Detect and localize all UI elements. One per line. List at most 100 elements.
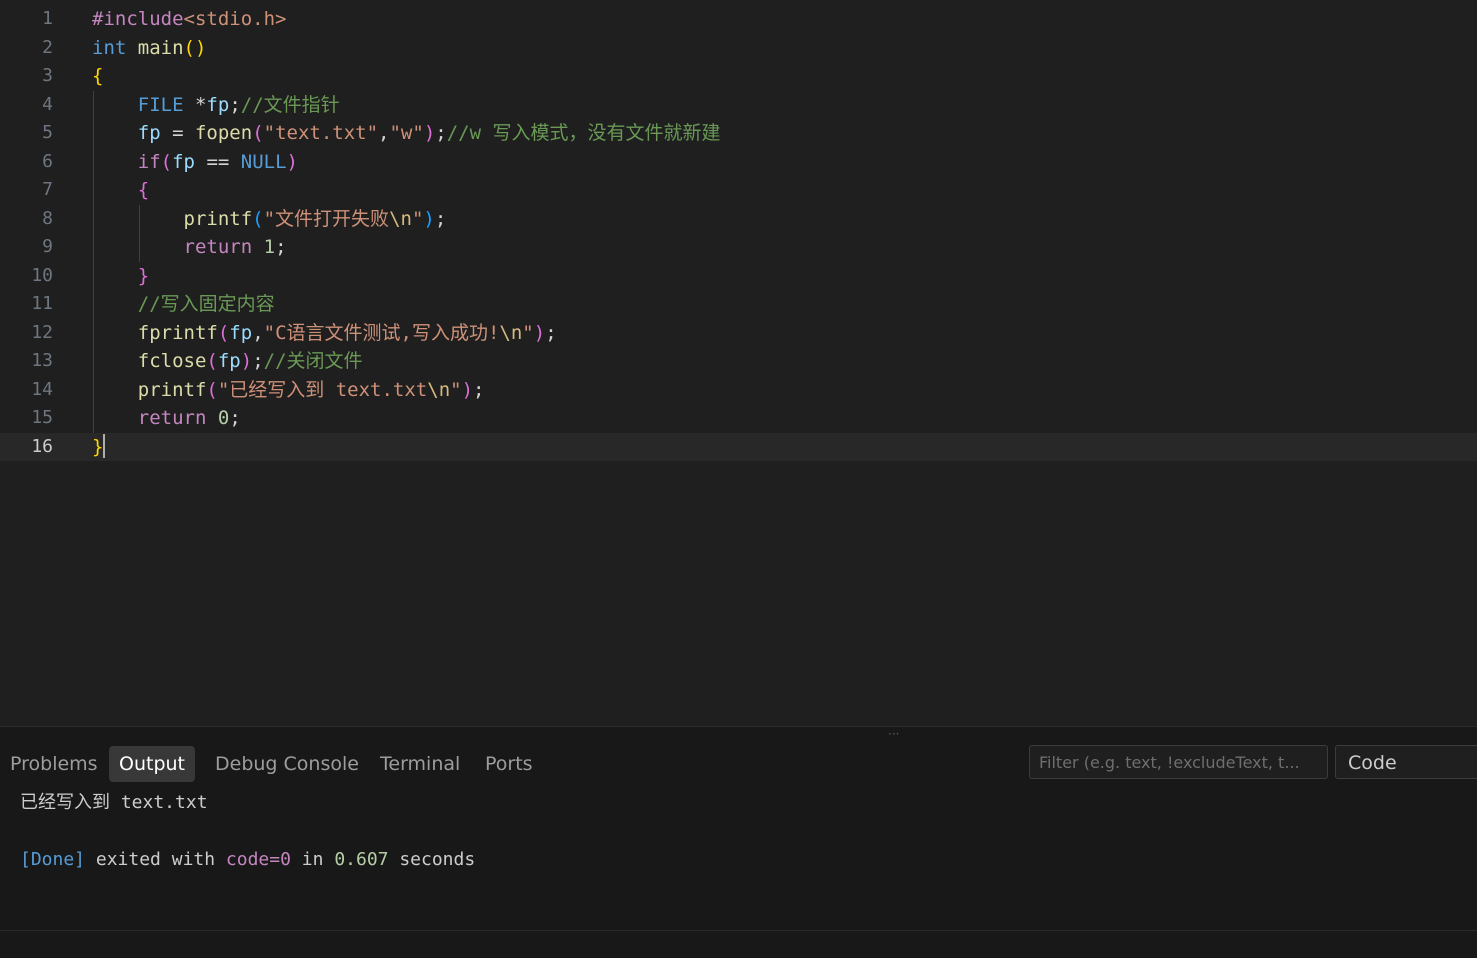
code-token: "C语言文件测试,写入成功!: [263, 321, 500, 344]
code-line[interactable]: 13 fclose(fp);//关闭文件: [0, 347, 1477, 375]
tab-output[interactable]: Output: [109, 746, 195, 782]
code-token: FILE: [137, 93, 184, 116]
code-token: NULL: [240, 150, 287, 173]
code-line[interactable]: 6 if(fp == NULL): [0, 148, 1477, 176]
code-line[interactable]: 4 FILE *fp;//文件指针: [0, 91, 1477, 119]
code-text: printf("文件打开失败\n");: [92, 205, 447, 233]
code-text: {: [92, 62, 103, 90]
code-token: *: [183, 93, 207, 116]
line-number: 12: [31, 321, 53, 343]
code-token: //文件指针: [240, 93, 340, 116]
exit-code: code=0: [225, 849, 291, 870]
code-line[interactable]: 14 printf("已经写入到 text.txt\n");: [0, 376, 1477, 404]
tab-problems[interactable]: Problems: [0, 746, 108, 782]
code-line[interactable]: 1 #include<stdio.h>: [0, 5, 1477, 33]
indent-guide: [139, 204, 140, 262]
line-number: 14: [31, 378, 53, 400]
code-token: //w 写入模式，没有文件就新建: [446, 122, 721, 144]
code-token: ): [240, 350, 253, 372]
code-line[interactable]: 2 int main(): [0, 34, 1477, 62]
code-editor[interactable]: 1 #include<stdio.h> 2 int main() 3{4 FILE *f…: [0, 0, 1477, 726]
code-token: (: [206, 350, 218, 372]
code-line[interactable]: 3{: [0, 62, 1477, 90]
code-token: return: [183, 236, 253, 258]
tab-ports[interactable]: Ports: [475, 746, 543, 782]
code-text: int main(): [92, 34, 206, 62]
code-token: "已经写入到 text.txt: [217, 378, 428, 401]
code-token: fp: [229, 321, 253, 344]
done-label: [Done]: [20, 849, 86, 870]
code-line[interactable]: 10 }: [0, 262, 1477, 290]
code-line[interactable]: 16}: [0, 432, 1477, 461]
code-token: printf: [137, 378, 207, 401]
line-number: 10: [31, 264, 53, 286]
code-token: ): [423, 207, 435, 230]
code-token: ,: [252, 321, 264, 344]
indent-guide: [93, 90, 94, 433]
line-number: 7: [42, 179, 53, 200]
code-token: ): [286, 150, 298, 173]
code-token: printf: [183, 207, 253, 230]
code-line[interactable]: 15 return 0;: [0, 404, 1477, 432]
line-number: 8: [42, 207, 53, 229]
code-text: return 1;: [92, 233, 287, 261]
code-token: {: [137, 179, 150, 201]
code-token: (): [183, 36, 207, 59]
code-token: 0: [217, 407, 230, 429]
code-text: fprintf(fp,"C语言文件测试,写入成功!\n");: [92, 319, 557, 347]
code-token: \n: [389, 207, 412, 230]
output-line: 已经写入到 text.txt: [20, 792, 208, 813]
code-token: ;: [252, 350, 264, 372]
tab-debug-console[interactable]: Debug Console: [205, 746, 369, 782]
bottom-panel: Problems Output Debug Console Terminal P…: [0, 738, 1477, 930]
code-token: =: [160, 122, 195, 144]
output-channel-select[interactable]: Code: [1335, 745, 1477, 779]
code-token: (: [206, 378, 218, 401]
code-token: \n: [499, 321, 523, 344]
code-token: return: [137, 407, 207, 429]
code-line[interactable]: 11 //写入固定内容: [0, 290, 1477, 318]
line-number: 5: [42, 122, 53, 143]
code-token: ,: [378, 122, 390, 144]
output-filter-input[interactable]: Filter (e.g. text, !excludeText, t...: [1029, 745, 1328, 779]
code-token: "文件打开失败: [263, 207, 390, 230]
code-token: (: [252, 122, 264, 144]
code-token: (: [160, 150, 173, 173]
code-token: ;: [434, 207, 447, 230]
line-number: 9: [42, 236, 53, 257]
tab-terminal[interactable]: Terminal: [370, 746, 470, 782]
code-token: <stdio.h>: [183, 8, 287, 30]
code-line[interactable]: 12 fprintf(fp,"C语言文件测试,写入成功!\n");: [0, 319, 1477, 347]
code-token: fopen: [194, 122, 253, 144]
code-line[interactable]: 5 fp = fopen("text.txt","w");//w 写入模式，没有…: [0, 119, 1477, 147]
line-number: 3: [42, 65, 53, 86]
code-token: (: [217, 321, 230, 344]
code-text: FILE *fp;//文件指针: [92, 91, 340, 119]
code-token: #include: [92, 8, 184, 30]
code-token: fclose: [137, 350, 207, 372]
code-line[interactable]: 9 return 1;: [0, 233, 1477, 261]
run-time: 0.607: [334, 849, 389, 870]
code-token: //关闭文件: [263, 350, 363, 372]
code-line[interactable]: 7 {: [0, 176, 1477, 204]
code-token: ): [423, 122, 436, 144]
code-text: printf("已经写入到 text.txt\n");: [92, 376, 485, 404]
code-token: if: [137, 150, 161, 173]
code-text: //写入固定内容: [92, 290, 275, 318]
code-token: }: [92, 435, 104, 458]
code-line[interactable]: 8 printf("文件打开失败\n");: [0, 205, 1477, 233]
code-token: fp: [137, 122, 161, 144]
code-token: \n: [427, 378, 451, 401]
status-bar: [0, 930, 1477, 958]
exited-text: exited with: [85, 849, 226, 870]
